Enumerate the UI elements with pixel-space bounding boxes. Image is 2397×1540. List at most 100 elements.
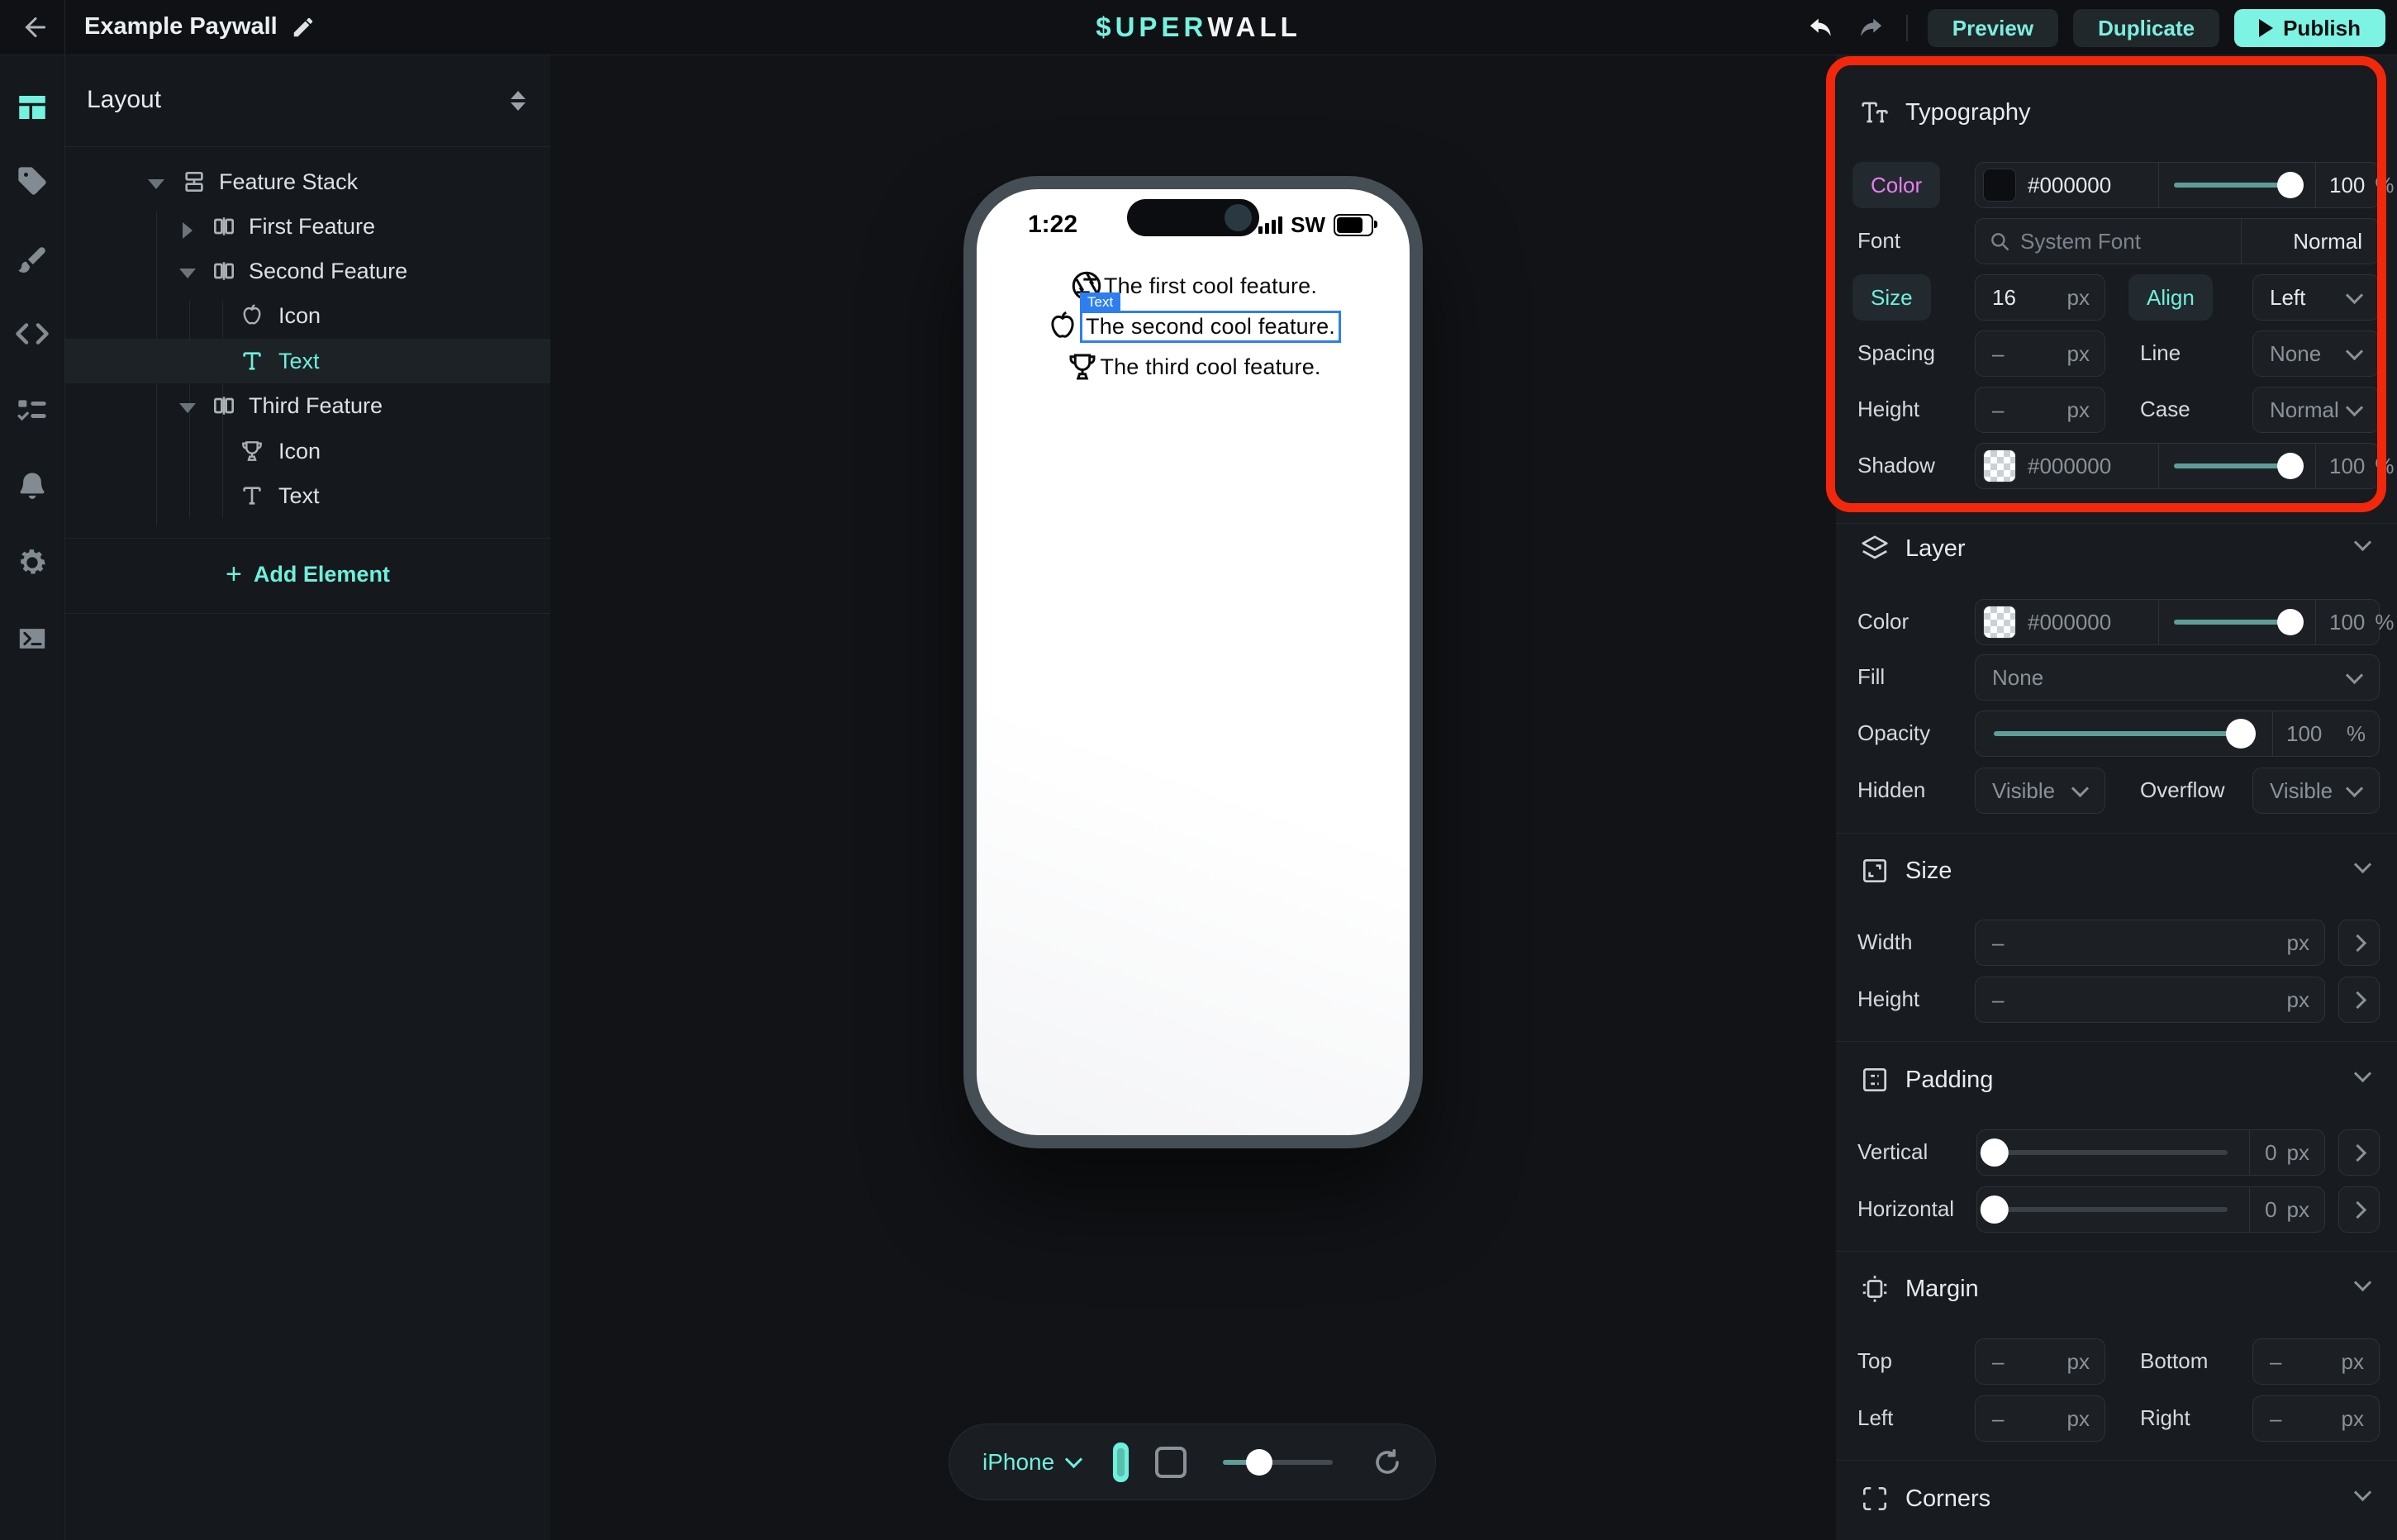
tree-item-first-feature[interactable]: First Feature [65,204,550,249]
refresh-icon[interactable] [1372,1447,1402,1477]
layer-section-header[interactable]: Layer [1836,526,2397,573]
layer-opacity-field[interactable]: 100% [2272,711,2380,757]
brush-icon[interactable] [0,240,64,280]
color-hex-field[interactable]: #000000 [1975,162,2158,208]
padding-vertical-field[interactable]: 0px [1976,1129,2325,1176]
tree-item-text[interactable]: Text [65,473,550,518]
selection-outline[interactable]: Text The second cool feature. [1080,311,1341,343]
overflow-dropdown[interactable]: Visible [2252,768,2380,814]
tasks-icon[interactable] [0,390,64,430]
slider-knob[interactable] [2277,172,2304,198]
width-field[interactable]: –px [1975,920,2325,966]
tree-item-text-selected[interactable]: Text [65,339,550,383]
padding-horizontal-expand-button[interactable] [2338,1186,2380,1233]
duplicate-button[interactable]: Duplicate [2073,9,2219,47]
redo-icon[interactable] [1853,12,1886,45]
color-property-pill[interactable]: Color [1852,162,1940,208]
tree-item-third-feature[interactable]: Third Feature [65,383,550,428]
bell-icon[interactable] [0,467,64,506]
chevron-down-icon[interactable] [2354,856,2371,873]
padding-section-header[interactable]: Padding [1836,1058,2397,1104]
zoom-slider-knob[interactable] [1246,1449,1272,1476]
chevron-down-icon[interactable] [2354,1484,2371,1501]
layer-color-opacity-slider[interactable] [2174,620,2300,625]
preview-button[interactable]: Preview [1928,9,2058,47]
feature-text[interactable]: The third cool feature. [1100,354,1320,380]
typography-section-header[interactable]: Typography [1836,90,2397,136]
portrait-icon[interactable] [1113,1443,1129,1482]
slider-knob[interactable] [2277,453,2304,479]
tree-item-icon[interactable]: Icon [65,293,550,338]
layer-color-hex-field[interactable]: #000000 [1975,599,2158,645]
padding-horizontal-slider[interactable] [1989,1207,2228,1212]
line-height-field[interactable]: –px [1975,387,2105,433]
align-dropdown[interactable]: Left [2252,274,2380,321]
color-swatch[interactable] [1983,169,2016,202]
tree-item-second-feature[interactable]: Second Feature [65,249,550,293]
shadow-hex-field[interactable]: #000000 [1975,443,2158,489]
feature-row[interactable]: The third cool feature. [1065,349,1320,384]
font-search-field[interactable]: System Font [1975,218,2241,264]
color-opacity-field[interactable]: 100% [2315,162,2380,208]
layout-icon[interactable] [0,88,64,127]
case-dropdown[interactable]: Normal [2252,387,2380,433]
shadow-hex-value[interactable]: #000000 [2028,454,2111,479]
shadow-color-swatch[interactable] [1983,449,2016,482]
publish-button[interactable]: Publish [2234,9,2385,47]
add-element-button[interactable]: + Add Element [65,550,550,598]
height-field[interactable]: –px [1975,977,2325,1023]
size-section-header[interactable]: Size [1836,848,2397,895]
feature-text[interactable]: The first cool feature. [1104,273,1317,299]
tag-icon[interactable] [0,161,64,201]
caret-down-icon[interactable] [148,179,164,189]
margin-left-field[interactable]: –px [1975,1395,2105,1442]
slider-knob[interactable] [2277,609,2304,635]
size-property-pill[interactable]: Size [1852,274,1931,321]
padding-vertical-slider[interactable] [1989,1150,2228,1155]
slider-knob[interactable] [1981,1195,2009,1224]
hidden-dropdown[interactable]: Visible [1975,768,2105,814]
chevron-down-icon[interactable] [2354,1065,2371,1082]
feature-text[interactable]: The second cool feature. [1086,314,1335,339]
margin-section-header[interactable]: Margin [1836,1267,2397,1313]
margin-right-field[interactable]: –px [2252,1395,2380,1442]
fill-dropdown[interactable]: None [1975,654,2380,701]
slider-knob[interactable] [2226,719,2256,749]
color-hex-value[interactable]: #000000 [2028,173,2111,198]
caret-down-icon[interactable] [179,269,196,278]
padding-horizontal-field[interactable]: 0px [1976,1186,2325,1233]
sort-icon[interactable] [511,91,526,111]
spacing-field[interactable]: –px [1975,330,2105,377]
margin-bottom-field[interactable]: –px [2252,1338,2380,1385]
font-weight-field[interactable]: Normal [2241,218,2380,264]
gear-icon[interactable] [0,543,64,582]
landscape-icon[interactable] [1155,1447,1187,1478]
caret-right-icon[interactable] [183,222,193,239]
caret-down-icon[interactable] [179,403,196,413]
tree-item-icon[interactable]: Icon [65,429,550,473]
feature-row-selected[interactable]: Text The second cool feature. [1045,309,1341,344]
phone-screen[interactable]: 1:22 SW The first cool feature. Text The… [977,189,1410,1135]
zoom-slider[interactable] [1223,1460,1333,1465]
height-expand-button[interactable] [2338,977,2380,1023]
margin-top-field[interactable]: –px [1975,1338,2105,1385]
chevron-down-icon[interactable] [2354,1274,2371,1291]
device-select[interactable]: iPhone [982,1449,1080,1476]
slider-knob[interactable] [1981,1138,2009,1167]
code-icon[interactable] [0,314,64,354]
layer-color-opacity-field[interactable]: 100% [2315,599,2380,645]
padding-vertical-expand-button[interactable] [2338,1129,2380,1176]
width-expand-button[interactable] [2338,920,2380,966]
corners-section-header[interactable]: Corners [1836,1476,2397,1523]
opacity-slider[interactable] [2174,183,2300,188]
align-property-pill[interactable]: Align [2128,274,2213,321]
layer-opacity-slider[interactable] [1994,731,2251,736]
shadow-opacity-slider[interactable] [2174,463,2300,468]
chevron-down-icon[interactable] [2354,534,2371,551]
undo-icon[interactable] [1805,12,1838,45]
tree-item-feature-stack[interactable]: Feature Stack [65,159,550,204]
font-size-field[interactable]: 16 px [1975,274,2105,321]
shadow-opacity-field[interactable]: 100% [2315,443,2380,489]
layer-hex-value[interactable]: #000000 [2028,610,2111,635]
layer-color-swatch[interactable] [1983,606,2016,639]
